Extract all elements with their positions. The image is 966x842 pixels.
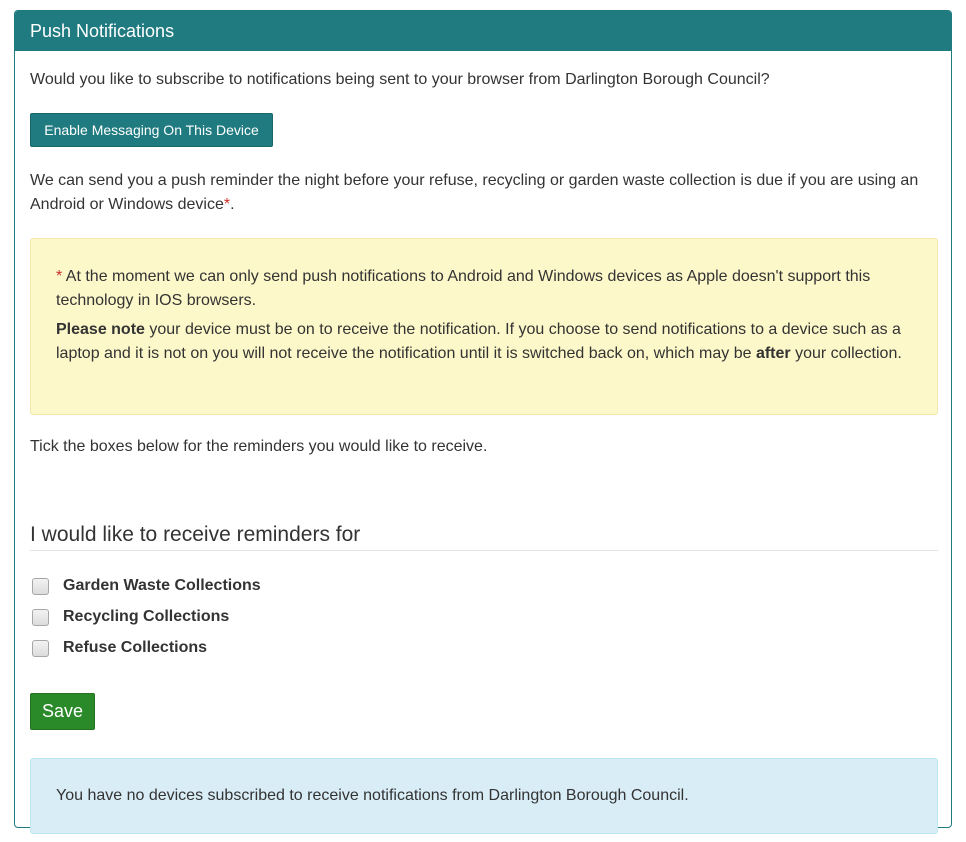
reminder-text-period: .	[230, 196, 235, 213]
after-emphasis: after	[755, 345, 791, 362]
info-alert: You have no devices subscribed to receiv…	[30, 758, 938, 834]
warning-line-2: Please note your device must be on to re…	[56, 318, 912, 366]
reminder-text: We can send you a push reminder the nigh…	[30, 169, 920, 217]
tick-instructions: Tick the boxes below for the reminders y…	[30, 438, 488, 455]
refuse-label[interactable]: Refuse Collections	[63, 639, 207, 657]
refuse-checkbox[interactable]	[32, 639, 49, 657]
garden-waste-checkbox[interactable]	[32, 577, 49, 595]
panel-title: Push Notifications	[15, 11, 951, 51]
garden-waste-label[interactable]: Garden Waste Collections	[63, 577, 261, 595]
reminders-legend: I would like to receive reminders for	[30, 520, 938, 551]
checkbox-row-refuse[interactable]: Refuse Collections	[32, 636, 207, 660]
enable-messaging-button[interactable]: Enable Messaging On This Device	[30, 113, 273, 147]
intro-text: Would you like to subscribe to notificat…	[30, 71, 770, 88]
warning-line-1-text: At the moment we can only send push noti…	[56, 268, 871, 309]
checkbox-row-recycling[interactable]: Recycling Collections	[32, 605, 229, 629]
push-notifications-panel: Push Notifications Would you like to sub…	[14, 10, 952, 834]
please-note-label: Please note	[56, 321, 145, 338]
checkbox-row-garden-waste[interactable]: Garden Waste Collections	[32, 574, 261, 598]
recycling-checkbox[interactable]	[32, 608, 49, 626]
warning-alert: * At the moment we can only send push no…	[30, 238, 938, 415]
warning-line-1: * At the moment we can only send push no…	[56, 265, 912, 313]
recycling-label[interactable]: Recycling Collections	[63, 608, 229, 626]
reminder-text-body: We can send you a push reminder the nigh…	[30, 172, 919, 213]
save-button[interactable]: Save	[30, 693, 95, 730]
warning-note-text-2: your collection.	[790, 345, 902, 362]
